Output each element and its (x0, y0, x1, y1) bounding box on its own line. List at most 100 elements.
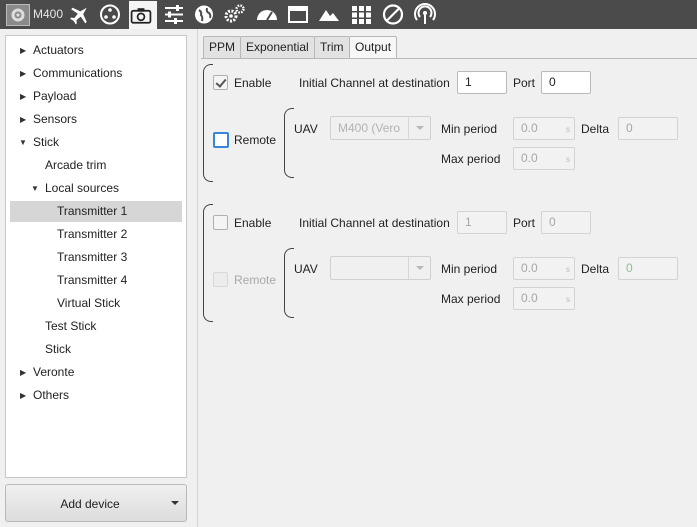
tree-item-label: Payload (33, 89, 77, 103)
channel-input-1[interactable]: 1 (457, 71, 507, 94)
tree-item-label: Stick (45, 342, 72, 356)
tree-item-label: Test Stick (45, 319, 97, 333)
antenna-icon[interactable] (413, 3, 437, 26)
enable-label-2: Enable (234, 216, 272, 230)
uav-select-1[interactable]: M400 (Vero (330, 116, 431, 140)
chevron-down-icon (408, 117, 430, 139)
channel-value-2: 1 (465, 215, 472, 229)
tree-item-payload[interactable]: ▶ Payload (6, 86, 186, 107)
uav-value-1: M400 (Vero (338, 121, 401, 135)
min-period-input-2[interactable]: 0.0 s (513, 257, 575, 280)
tree-item-label: Local sources (45, 181, 120, 195)
min-period-value-1: 0.0 (521, 121, 538, 135)
tree-item-test-stick[interactable]: Test Stick (6, 316, 186, 337)
tree-item-stick-sub[interactable]: Stick (6, 339, 186, 360)
uav-label-2: UAV (294, 262, 318, 276)
joystick-icon[interactable] (98, 3, 122, 26)
tab-output[interactable]: Output (349, 36, 398, 59)
tree-item-label: Transmitter 4 (57, 273, 128, 287)
enable-checkbox-1[interactable] (213, 75, 228, 90)
min-period-label-2: Min period (441, 262, 498, 276)
top-toolbar: M400 (0, 0, 697, 29)
port-value-2: 0 (549, 215, 556, 229)
tree-item-veronte[interactable]: ▶ Veronte (6, 362, 186, 383)
tree-item-label: Veronte (33, 365, 75, 379)
delta-label-2: Delta (581, 262, 610, 276)
app-title: M400 (33, 7, 64, 21)
tree-item-transmitter-4[interactable]: Transmitter 4 (6, 270, 186, 291)
unit-label: s (566, 155, 570, 164)
min-period-label-1: Min period (441, 122, 498, 136)
tree-item-label: Arcade trim (45, 158, 107, 172)
sliders-icon[interactable] (162, 3, 186, 26)
tree-item-communications[interactable]: ▶ Communications (6, 63, 186, 84)
tree-item-transmitter-1[interactable]: Transmitter 1 (10, 201, 182, 222)
tree-item-label: Others (33, 388, 70, 402)
chevron-down-icon (408, 257, 430, 279)
channel-label-2: Initial Channel at destination (299, 216, 450, 230)
port-value-1: 0 (549, 75, 556, 89)
tab-label: Output (355, 40, 392, 54)
gear-icon[interactable] (6, 4, 30, 26)
delta-value-2: 0 (626, 261, 633, 275)
max-period-label-2: Max period (441, 292, 501, 306)
tree-item-label: Sensors (33, 112, 78, 126)
tab-exponential[interactable]: Exponential (240, 36, 315, 58)
remote-checkbox-2[interactable] (213, 272, 228, 287)
tree-item-sensors[interactable]: ▶ Sensors (6, 109, 186, 130)
delta-input-1[interactable]: 0 (618, 117, 678, 140)
tab-ppm[interactable]: PPM (203, 36, 242, 58)
tree-item-virtual-stick[interactable]: Virtual Stick (6, 293, 186, 314)
panel-divider[interactable] (197, 29, 198, 527)
add-device-label: Add device (60, 497, 120, 511)
enable-label-1: Enable (234, 76, 272, 90)
camera-icon[interactable] (129, 1, 157, 29)
uav-select-2[interactable] (330, 256, 431, 280)
tree-item-arcade-trim[interactable]: Arcade trim (6, 155, 186, 176)
globe-icon[interactable] (192, 3, 216, 26)
block-icon[interactable] (381, 3, 405, 26)
max-period-input-2[interactable]: 0.0 s (513, 287, 575, 310)
tree-item-label: Virtual Stick (57, 296, 121, 310)
max-period-value-1: 0.0 (521, 151, 538, 165)
unit-label: s (566, 295, 570, 304)
remote-label-1: Remote (234, 133, 277, 147)
channel-input-2[interactable]: 1 (457, 211, 507, 234)
delta-label-1: Delta (581, 122, 610, 136)
port-input-1[interactable]: 0 (541, 71, 591, 94)
enable-checkbox-2[interactable] (213, 215, 228, 230)
dashboard-icon[interactable] (255, 3, 279, 26)
remote-label-2: Remote (234, 273, 277, 287)
output-group-2-brace (203, 204, 213, 322)
min-period-input-1[interactable]: 0.0 s (513, 117, 575, 140)
unit-label: s (566, 265, 570, 274)
plane-icon[interactable] (68, 3, 92, 26)
tree-item-local-sources[interactable]: ▼ Local sources (6, 178, 186, 199)
tree-item-label: Transmitter 2 (57, 227, 128, 241)
remote-group-1-brace (284, 108, 294, 178)
cogs-icon[interactable] (222, 3, 246, 26)
remote-checkbox-1[interactable] (213, 132, 229, 148)
tree-item-others[interactable]: ▶ Others (6, 385, 186, 406)
min-period-value-2: 0.0 (521, 261, 538, 275)
port-label-2: Port (513, 216, 536, 230)
port-input-2[interactable]: 0 (541, 211, 591, 234)
tree-item-transmitter-3[interactable]: Transmitter 3 (6, 247, 186, 268)
mountain-icon[interactable] (317, 3, 341, 26)
chevron-down-icon[interactable] (171, 501, 179, 505)
tree-item-actuators[interactable]: ▶ Actuators (6, 40, 186, 61)
delta-value-1: 0 (626, 121, 633, 135)
channel-value-1: 1 (465, 75, 472, 89)
output-group-1-brace (203, 64, 213, 182)
grid-icon[interactable] (349, 3, 373, 26)
window-icon[interactable] (286, 3, 310, 26)
tree-item-label: Stick (33, 135, 60, 149)
tab-trim[interactable]: Trim (314, 36, 350, 58)
tree-item-label: Transmitter 3 (57, 250, 128, 264)
add-device-button[interactable]: Add device (5, 484, 187, 522)
tree-item-stick[interactable]: ▼ Stick (6, 132, 186, 153)
tree-item-transmitter-2[interactable]: Transmitter 2 (6, 224, 186, 245)
delta-input-2[interactable]: 0 (618, 257, 678, 280)
max-period-input-1[interactable]: 0.0 s (513, 147, 575, 170)
tab-label: PPM (209, 40, 236, 54)
